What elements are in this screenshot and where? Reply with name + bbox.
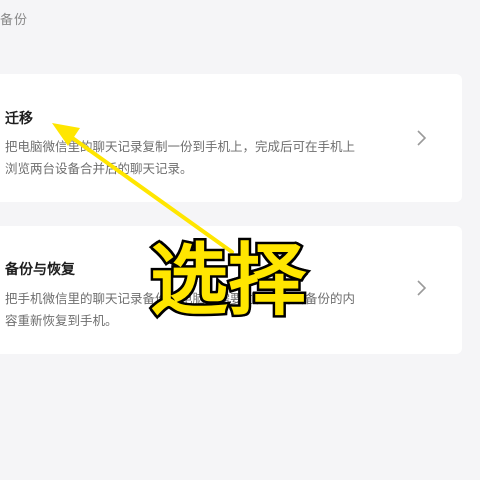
select-annotation-label: 选择 — [147, 236, 308, 326]
backup-restore-title: 备份与恢复 — [5, 262, 75, 278]
migrate-card[interactable]: 迁移 把电脑微信里的聊天记录复制一份到手机上，完成后可在手机上浏览两台设备合并后… — [0, 74, 462, 202]
chevron-right-icon[interactable] — [414, 278, 430, 298]
migrate-description: 把电脑微信里的聊天记录复制一份到手机上，完成后可在手机上浏览两台设备合并后的聊天… — [5, 139, 356, 176]
chevron-right-icon[interactable] — [414, 128, 430, 148]
page-title: 备份 — [0, 13, 29, 28]
migrate-title: 迁移 — [5, 111, 33, 127]
